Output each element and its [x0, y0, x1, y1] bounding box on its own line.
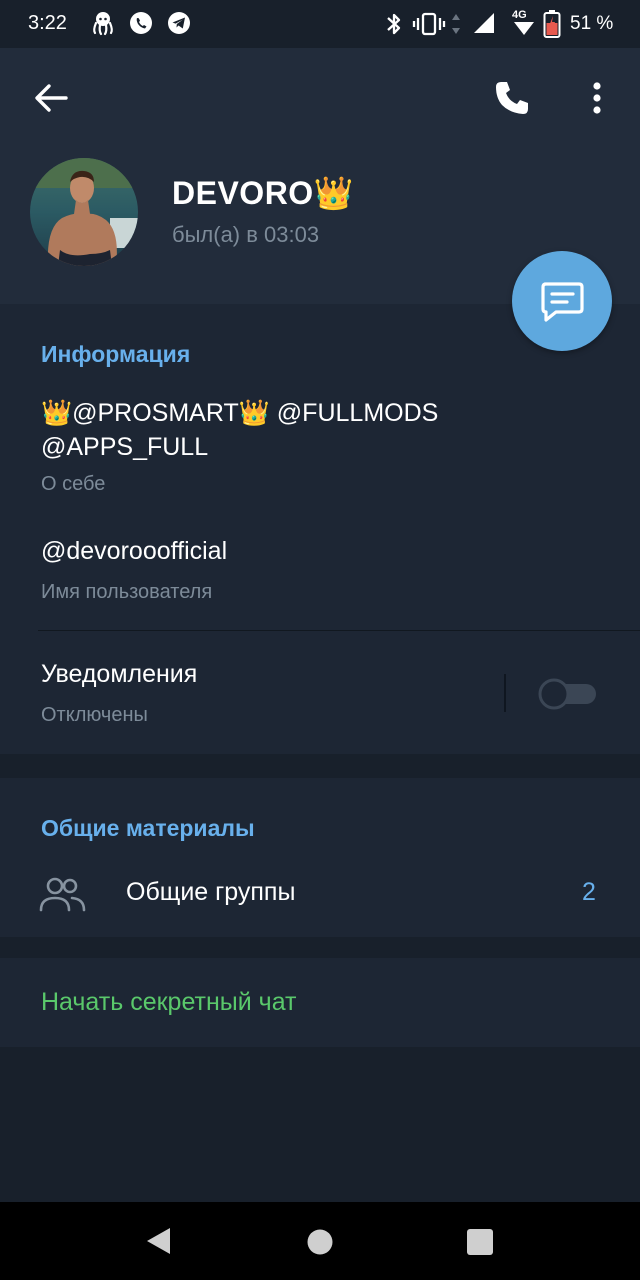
- shared-media-section: [0, 778, 640, 937]
- bluetooth-icon: [387, 13, 401, 35]
- battery-icon: [543, 10, 561, 38]
- status-time: 3:22: [28, 12, 67, 34]
- start-secret-chat-button[interactable]: Начать секретный чат: [41, 988, 297, 1017]
- back-arrow-icon[interactable]: [30, 80, 70, 116]
- vibrate-icon: [412, 12, 446, 36]
- profile-name: DEVORO👑: [172, 175, 355, 211]
- avatar[interactable]: [30, 158, 138, 266]
- info-section-title: Информация: [41, 341, 191, 367]
- signal-icon: [474, 13, 494, 33]
- battery-percent: 51 %: [570, 13, 614, 34]
- username-text[interactable]: @devorooofficial: [41, 537, 227, 566]
- bio-label: О себе: [41, 473, 106, 495]
- nav-back-icon[interactable]: [144, 1226, 174, 1256]
- notifications-status: Отключены: [41, 704, 148, 726]
- shared-section-title: Общие материалы: [41, 815, 255, 841]
- divider: [38, 630, 640, 631]
- groups-icon: [39, 877, 86, 912]
- vertical-separator: [504, 674, 506, 712]
- wifi-icon: [514, 22, 534, 35]
- notifications-toggle[interactable]: [538, 678, 598, 710]
- octopus-icon: [93, 12, 113, 36]
- common-groups-count: 2: [582, 878, 596, 906]
- telegram-icon: [168, 12, 190, 34]
- nav-home-icon[interactable]: [306, 1228, 334, 1256]
- username-label: Имя пользователя: [41, 581, 213, 603]
- common-groups-label[interactable]: Общие группы: [126, 878, 295, 907]
- last-seen-status: был(а) в 03:03: [172, 222, 320, 247]
- whatsapp-icon: [130, 12, 152, 34]
- notifications-label[interactable]: Уведомления: [41, 660, 197, 689]
- phone-call-icon[interactable]: [492, 78, 532, 118]
- message-icon: [541, 282, 584, 322]
- more-options-icon[interactable]: [584, 78, 610, 118]
- send-message-button[interactable]: [512, 251, 612, 351]
- data-arrows-icon: [452, 14, 460, 34]
- bio-text[interactable]: 👑@PROSMART👑 @FULLMODS @APPS_FULL: [41, 396, 481, 464]
- nav-recents-icon[interactable]: [466, 1228, 494, 1256]
